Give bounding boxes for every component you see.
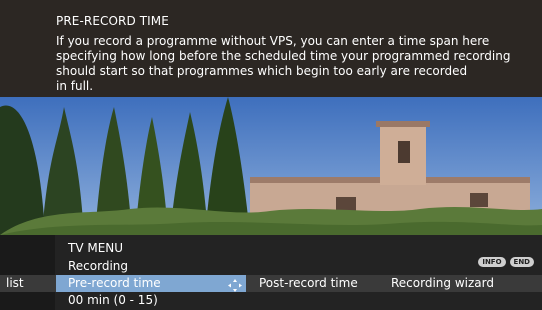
info-button[interactable]: INFO: [478, 257, 506, 267]
tab-pre-record-time[interactable]: Pre-record time: [56, 275, 246, 292]
tv-menu-panel: TV MENU Recording INFO END list Pre-reco…: [0, 235, 542, 310]
help-text: If you record a programme without VPS, y…: [56, 34, 511, 93]
help-panel: PRE-RECORD TIME If you record a programm…: [0, 0, 542, 97]
end-button[interactable]: END: [509, 257, 534, 267]
tab-post-record-time[interactable]: Post-record time: [259, 276, 358, 290]
tv-screen: PRE-RECORD TIME If you record a programm…: [0, 0, 542, 310]
tab-pre-record-label: Pre-record time: [68, 276, 161, 290]
background-photo: [0, 97, 542, 235]
menu-side-column: [0, 235, 55, 310]
help-title: PRE-RECORD TIME: [56, 14, 169, 28]
menu-tabs: list Pre-record time Post-record time Re…: [0, 275, 542, 292]
menu-subtitle: Recording: [68, 259, 129, 273]
tab-recording-wizard[interactable]: Recording wizard: [391, 276, 494, 290]
tab-list[interactable]: list: [6, 276, 24, 290]
menu-title: TV MENU: [68, 241, 124, 255]
four-way-arrow-icon: [228, 277, 242, 296]
remote-badges: INFO END: [478, 257, 534, 267]
pre-record-value: 00 min (0 - 15): [68, 293, 158, 307]
landscape-image: [0, 97, 542, 235]
